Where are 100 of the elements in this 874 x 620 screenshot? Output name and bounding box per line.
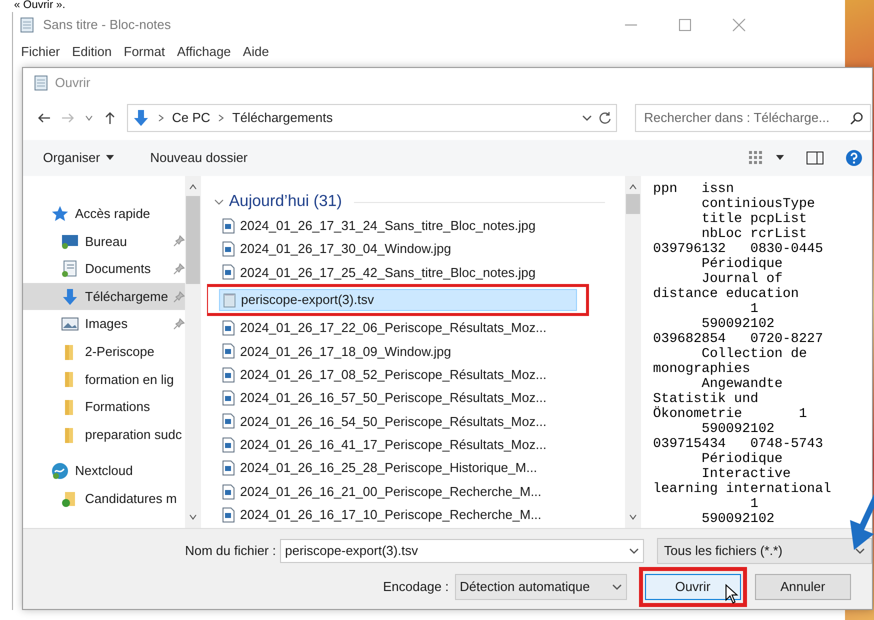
sidebar-item[interactable]: Nextcloud [23,457,185,485]
file-item[interactable]: 2024_01_26_16_54_50_Periscope_Résultats_Moz... [219,410,552,432]
pin-icon [173,318,185,330]
scroll-down-icon [189,514,197,520]
encoding-dropdown[interactable]: Détection automatique [454,574,627,600]
preview-line: Périodique [700,257,784,272]
sidebar-item[interactable]: Bureau [23,228,185,256]
sidebar-item[interactable]: Candidatures m [23,484,185,513]
menu-item[interactable]: Aide [238,42,273,62]
view-grid-icon[interactable] [748,150,764,166]
up-arrow-icon[interactable] [103,111,117,125]
preview-line: Périodique [700,452,784,467]
preview-line: 590092102 [700,317,776,332]
preview-line: Interactive [700,467,792,482]
preview-line: learning international [653,482,832,497]
dropdown-caret-icon[interactable] [582,114,592,122]
image-file-icon [221,436,236,453]
preview-line: ppn issn [653,182,736,197]
preview-pane-icon[interactable] [806,151,824,165]
preview-line: 590092102 [700,422,776,437]
organize-button[interactable]: Organiser [43,148,114,168]
breadcrumb-item[interactable]: Ce PC [172,108,210,128]
sidebar-item[interactable]: 2-Periscope [23,338,185,366]
sidebar-item[interactable]: Accès rapide [23,200,185,228]
cancel-button[interactable]: Annuler [754,574,851,600]
close-icon[interactable] [731,17,747,33]
file-item[interactable]: 2024_01_26_16_57_50_Periscope_Résultats_Moz... [219,387,552,410]
cursor-icon [724,584,739,604]
sidebar-item[interactable]: preparation sudc [23,420,185,448]
file-item[interactable]: 2024_01_26_16_41_17_Periscope_Résultats_Moz... [219,434,552,456]
images-icon [61,315,79,334]
breadcrumb-item[interactable]: Téléchargements [232,108,333,128]
menu-item[interactable]: Format [120,42,169,62]
image-file-icon [221,460,236,476]
scrollbar[interactable] [625,176,641,528]
preview-line: Ökonometrie 1 [653,407,808,422]
caret-icon[interactable] [776,155,784,161]
sidebar-item[interactable]: Formations [23,393,185,421]
pin-icon [173,262,185,275]
caption-text: « Ouvrir ». [14,0,66,11]
chevron-icon [218,114,224,122]
file-item[interactable]: 2024_01_26_17_08_52_Periscope_Résultats_Moz... [219,364,552,386]
image-file-icon [221,484,236,500]
file-item[interactable]: 2024_01_26_16_25_28_Periscope_Historique_M... [219,457,544,480]
preview-line: 1 [749,497,760,512]
file-item[interactable]: 2024_01_26_17_22_06_Periscope_Résultats_Moz... [219,316,552,339]
dropdown-caret-icon [629,547,639,555]
refresh-icon[interactable] [598,111,612,125]
preview-line: title pcpList [700,212,808,227]
sidebar-item[interactable]: formation en lig [23,366,185,394]
preview-line: continiousType [700,197,816,212]
preview-line: Journal of [700,272,784,287]
group-header[interactable]: Aujourd’hui (31) [229,190,342,214]
dropdown-caret-icon[interactable] [85,114,93,122]
filename-field[interactable]: periscope-export(3).tsv [280,539,644,563]
file-item[interactable]: periscope-export(3).tsv [219,289,577,312]
cloud-icon [51,462,69,480]
scrollbar-thumb[interactable] [186,196,200,284]
preview-line: distance education [653,287,800,302]
file-type-dropdown[interactable]: Tous les fichiers (*.*) [657,538,872,564]
file-item[interactable]: 2024_01_26_16_17_10_Periscope_Recherche_M... [219,504,548,526]
file-item[interactable]: 2024_01_26_17_30_04_Window.jpg [219,238,458,260]
image-file-icon [221,320,236,336]
preview-line: Collection de [700,347,808,362]
pin-icon [173,290,185,303]
scroll-up-icon [629,184,637,190]
annotation-arrow [848,494,874,550]
text-file-icon [222,292,237,308]
sidebar-item[interactable]: Téléchargeme [23,282,185,310]
downloads-icon [61,288,79,306]
sidebar-item[interactable]: Images [23,310,185,338]
image-file-icon [221,343,236,360]
file-item[interactable]: 2024_01_26_17_25_42_Sans_titre_Bloc_notes.jpg [219,261,542,284]
sidebar-item[interactable]: Documents [23,255,185,283]
scroll-down-icon [629,514,637,520]
image-file-icon [221,413,236,430]
search-field[interactable]: Rechercher dans : Télécharge... [635,104,871,132]
search-icon [850,111,864,125]
menu-item[interactable]: Affichage [172,42,235,62]
maximize-icon[interactable] [677,17,693,33]
new-folder-button[interactable]: Nouveau dossier [150,148,248,168]
file-item[interactable]: 2024_01_26_16_21_00_Periscope_Recherche_M... [219,480,548,503]
desktop-icon [61,232,79,250]
menu-item[interactable]: Fichier [17,42,64,62]
preview-line: 1 [749,302,760,317]
notepad-icon [33,75,49,91]
scrollbar[interactable] [185,176,201,528]
file-item[interactable]: 2024_01_26_17_31_24_Sans_titre_Bloc_notes.jpg [219,214,542,237]
scrollbar-thumb[interactable] [626,194,640,214]
help-icon[interactable] [846,150,862,166]
file-item[interactable]: 2024_01_26_17_18_09_Window.jpg [219,340,458,362]
back-icon[interactable] [37,111,51,125]
preview-line: 590092102 [700,512,776,527]
open-button[interactable]: Ouvrir [644,574,741,600]
address-bar[interactable]: Ce PC Téléchargements [127,104,617,132]
dropdown-caret-icon [612,583,622,591]
scroll-up-icon [189,184,197,190]
preview-line: 039796132 0830-0445 [653,242,824,257]
menu-item[interactable]: Edition [68,42,116,62]
chevron-icon [158,114,164,122]
